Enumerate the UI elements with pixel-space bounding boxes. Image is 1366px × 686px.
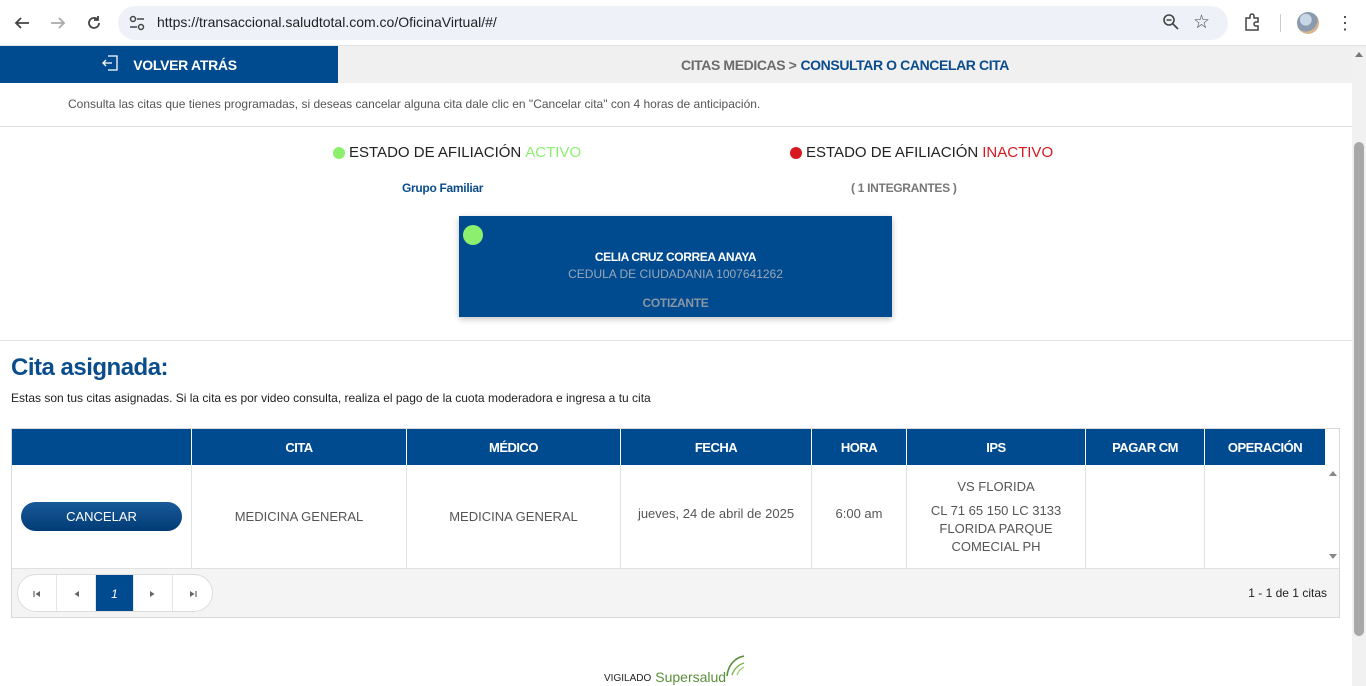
toolbar-divider — [1280, 14, 1281, 32]
footer-vigilado: VIGILADO — [604, 673, 652, 684]
member-role: COTIZANTE — [642, 296, 709, 310]
breadcrumb-current: CONSULTAR O CANCELAR CITA — [800, 56, 1010, 73]
cell-pagar-cm — [1086, 465, 1205, 568]
family-group-label: Grupo Familiar — [402, 181, 484, 195]
cell-fecha: jueves, 24 de abril de 2025 — [621, 465, 812, 568]
ips-address: CL 71 65 150 LC 3133 FLORIDA PARQUE COME… — [930, 502, 1062, 554]
column-header-medico: MÉDICO — [407, 429, 621, 465]
column-header-ips: IPS — [907, 429, 1086, 465]
breadcrumb: CITAS MEDICAS > CONSULTAR O CANCELAR CIT… — [338, 46, 1352, 83]
member-status-dot — [463, 225, 483, 245]
extensions-icon[interactable] — [1242, 12, 1262, 37]
page-content: VOLVER ATRÁS CITAS MEDICAS > CONSULTAR O… — [0, 46, 1352, 686]
pagination-bar: 1 1 - 1 de 1 citas — [12, 568, 1339, 617]
forward-arrow-icon[interactable] — [44, 9, 72, 37]
cell-ips: VS FLORIDA CL 71 65 150 LC 3133 FLORIDA … — [907, 465, 1086, 568]
section-title: Cita asignada: — [11, 354, 169, 381]
supersalud-leaf-icon — [724, 654, 746, 683]
divider — [0, 340, 1352, 341]
next-page-icon[interactable] — [134, 575, 174, 611]
back-button-label: VOLVER ATRÁS — [133, 56, 237, 73]
first-page-icon[interactable] — [18, 575, 57, 611]
status-inactive-legend: ESTADO DE AFILIACIÓN INACTIVO — [790, 144, 1053, 161]
profile-avatar[interactable] — [1297, 12, 1319, 34]
active-dot-icon — [333, 146, 345, 159]
table-row: CANCELAR MEDICINA GENERAL MEDICINA GENER… — [12, 465, 1325, 568]
column-header-operacion: OPERACIÓN — [1227, 439, 1303, 455]
prev-page-icon[interactable] — [57, 575, 96, 611]
top-navigation-bar: VOLVER ATRÁS CITAS MEDICAS > CONSULTAR O… — [0, 46, 1352, 83]
back-button[interactable]: VOLVER ATRÁS — [0, 46, 338, 83]
intro-text: Consulta las citas que tienes programada… — [68, 97, 761, 111]
status-active-prefix: ESTADO DE AFILIACIÓN — [349, 144, 522, 161]
table-scrollbar[interactable] — [1325, 465, 1341, 568]
scroll-down-icon[interactable] — [1329, 554, 1337, 559]
pagination-info: 1 - 1 de 1 citas — [1248, 586, 1327, 600]
column-header-pagar-cm: PAGAR CM — [1086, 429, 1205, 465]
status-active-word: ACTIVO — [525, 144, 582, 161]
url-text[interactable]: https://transaccional.saludtotal.com.co/… — [157, 14, 497, 30]
cell-operacion — [1205, 465, 1325, 568]
page-scroll-up-icon[interactable] — [1355, 52, 1363, 57]
bookmark-star-icon[interactable]: ☆ — [1193, 11, 1210, 34]
cancel-appointment-button[interactable]: CANCELAR — [21, 502, 182, 531]
page-scrollbar[interactable] — [1352, 46, 1366, 686]
table-header: CITA MÉDICO FECHA HORA IPS PAGAR CM OPER… — [12, 429, 1325, 465]
site-settings-icon[interactable] — [128, 14, 146, 32]
exit-arrow-icon — [101, 54, 119, 75]
cell-medico: MEDICINA GENERAL — [407, 465, 621, 568]
page-number-current[interactable]: 1 — [95, 575, 135, 611]
ips-name: VS FLORIDA — [957, 478, 1035, 494]
column-header-cita: CITA — [192, 429, 407, 465]
appointments-table: CITA MÉDICO FECHA HORA IPS PAGAR CM OPER… — [11, 428, 1340, 618]
pager: 1 — [17, 574, 213, 612]
address-bar[interactable]: https://transaccional.saludtotal.com.co/… — [118, 6, 1228, 40]
status-inactive-prefix: ESTADO DE AFILIACIÓN — [806, 144, 979, 161]
column-header-action — [12, 429, 192, 465]
zoom-icon[interactable] — [1162, 13, 1180, 36]
divider — [0, 126, 1352, 127]
menu-kebab-icon[interactable]: ⋮ — [1336, 12, 1354, 34]
reload-icon[interactable] — [80, 9, 108, 37]
column-header-fecha: FECHA — [621, 429, 812, 465]
page-scroll-thumb[interactable] — [1354, 142, 1364, 636]
member-card[interactable]: CELIA CRUZ CORREA ANAYA CEDULA DE CIUDAD… — [459, 216, 892, 317]
member-document: CEDULA DE CIUDADANIA 1007641262 — [568, 267, 783, 281]
breadcrumb-parent[interactable]: CITAS MEDICAS > — [681, 57, 797, 73]
footer-brand: Supersalud — [655, 669, 727, 685]
member-name: CELIA CRUZ CORREA ANAYA — [594, 250, 757, 264]
inactive-dot-icon — [790, 146, 802, 159]
status-inactive-word: INACTIVO — [982, 144, 1054, 161]
cell-action: CANCELAR — [12, 465, 192, 568]
last-page-icon[interactable] — [173, 575, 212, 611]
scroll-up-icon[interactable] — [1329, 471, 1337, 476]
cell-cita: MEDICINA GENERAL — [192, 465, 407, 568]
back-arrow-icon[interactable] — [8, 9, 36, 37]
family-members-count: ( 1 INTEGRANTES ) — [851, 181, 957, 195]
status-active-legend: ESTADO DE AFILIACIÓN ACTIVO — [333, 144, 581, 161]
column-header-hora: HORA — [812, 429, 907, 465]
browser-toolbar: https://transaccional.saludtotal.com.co/… — [0, 0, 1366, 46]
cell-hora: 6:00 am — [812, 465, 907, 568]
section-subtitle: Estas son tus citas asignadas. Si la cit… — [11, 391, 651, 405]
footer-logo: VIGILADO Supersalud — [604, 654, 746, 685]
